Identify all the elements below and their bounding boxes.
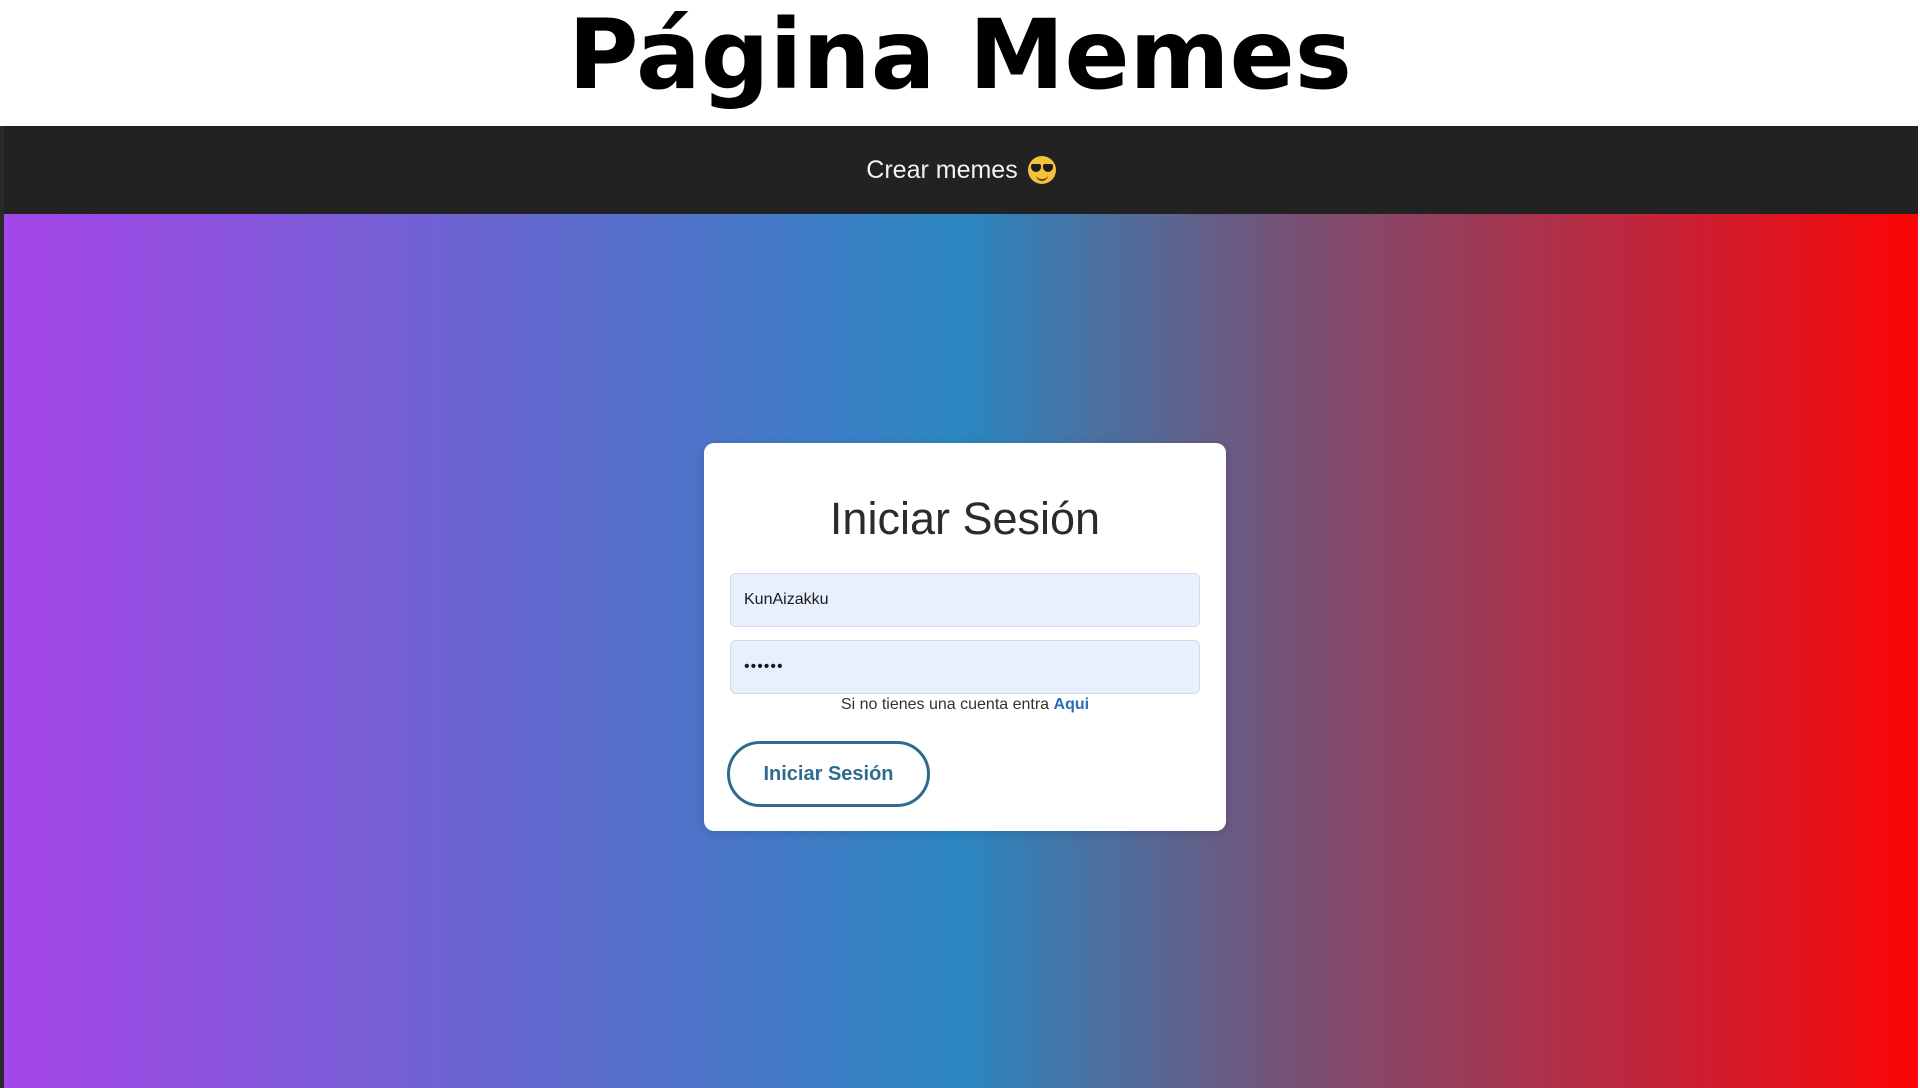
register-text: Si no tienes una cuenta entra: [840, 696, 1050, 713]
login-card: Iniciar Sesión Si no tienes una cuenta e…: [704, 443, 1226, 831]
register-prompt: Si no tienes una cuenta entra Aqui: [704, 696, 1226, 714]
page-title: Página Memes: [568, 0, 1352, 111]
navbar-brand-link[interactable]: Crear memes: [866, 155, 1056, 185]
navbar-brand-label: Crear memes: [866, 155, 1018, 184]
smiling-face-with-sunglasses-icon: [1027, 156, 1056, 184]
login-button[interactable]: Iniciar Sesión: [727, 741, 930, 807]
username-input[interactable]: [730, 573, 1200, 627]
password-input[interactable]: [730, 640, 1200, 694]
register-link[interactable]: Aqui: [1054, 696, 1090, 713]
login-title: Iniciar Sesión: [829, 493, 1101, 544]
navbar: Crear memes: [4, 126, 1918, 214]
app-screenshot: Crear memes Iniciar Sesión Si no tienes …: [0, 126, 1918, 1088]
page-header: Página Memes: [0, 0, 1920, 126]
